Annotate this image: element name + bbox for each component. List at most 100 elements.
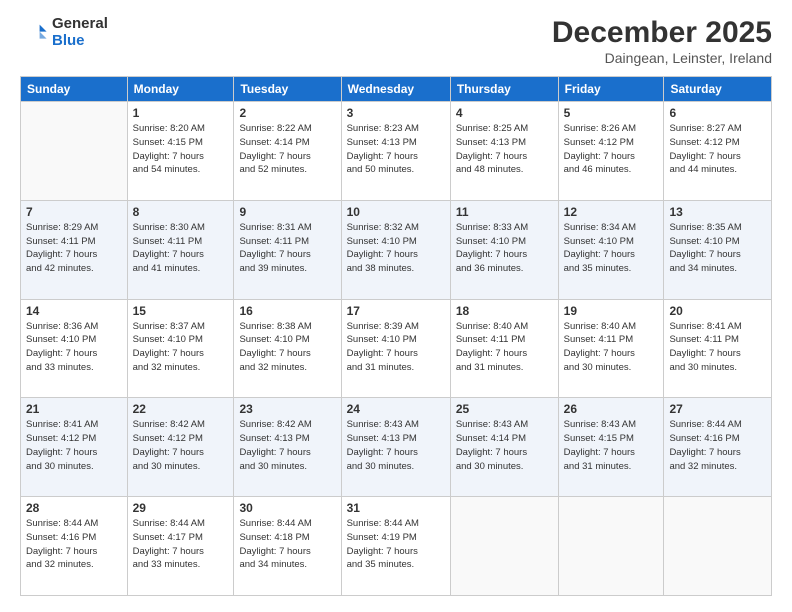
col-header-friday: Friday	[558, 77, 664, 102]
day-number: 2	[239, 106, 335, 120]
day-info: Sunrise: 8:44 AM Sunset: 4:19 PM Dayligh…	[347, 517, 445, 572]
calendar-cell: 4Sunrise: 8:25 AM Sunset: 4:13 PM Daylig…	[450, 102, 558, 201]
month-title: December 2025	[552, 16, 772, 50]
calendar-cell	[450, 497, 558, 596]
calendar-cell: 16 Sunrise: 8:38 AM Sunset: 4:10 PM Dayli…	[234, 299, 341, 398]
day-info: Sunrise: 8:29 AM Sunset: 4:11 PM Dayligh…	[26, 221, 122, 276]
logo-icon	[20, 19, 48, 47]
day-number: 1	[133, 106, 229, 120]
calendar-cell: 12 Sunrise: 8:34 AM Sunset: 4:10 PM Dayli…	[558, 200, 664, 299]
day-number: 22	[133, 402, 229, 416]
calendar-cell	[558, 497, 664, 596]
col-header-thursday: Thursday	[450, 77, 558, 102]
day-info: Sunrise: 8:20 AM Sunset: 4:15 PM Dayligh…	[133, 122, 229, 177]
day-number: 17	[347, 304, 445, 318]
day-info: Sunrise: 8:36 AM Sunset: 4:10 PM Dayligh…	[26, 320, 122, 375]
day-info: Sunrise: 8:23 AM Sunset: 4:13 PM Dayligh…	[347, 122, 445, 177]
calendar-cell: 2 Sunrise: 8:22 AM Sunset: 4:14 PM Daylig…	[234, 102, 341, 201]
calendar-week-row: 14 Sunrise: 8:36 AM Sunset: 4:10 PM Dayli…	[21, 299, 772, 398]
calendar-cell: 9 Sunrise: 8:31 AM Sunset: 4:11 PM Daylig…	[234, 200, 341, 299]
calendar-cell: 15 Sunrise: 8:37 AM Sunset: 4:10 PM Dayli…	[127, 299, 234, 398]
location-subtitle: Daingean, Leinster, Ireland	[552, 50, 772, 66]
day-number: 21	[26, 402, 122, 416]
title-section: December 2025 Daingean, Leinster, Irelan…	[552, 16, 772, 66]
day-number: 3	[347, 106, 445, 120]
page: General Blue December 2025 Daingean, Lei…	[0, 0, 792, 612]
logo-general: General	[52, 16, 108, 33]
day-number: 25	[456, 402, 553, 416]
calendar-cell: 11Sunrise: 8:33 AM Sunset: 4:10 PM Dayli…	[450, 200, 558, 299]
day-info: Sunrise: 8:41 AM Sunset: 4:12 PM Dayligh…	[26, 418, 122, 473]
day-info: Sunrise: 8:35 AM Sunset: 4:10 PM Dayligh…	[669, 221, 766, 276]
day-info: Sunrise: 8:43 AM Sunset: 4:14 PM Dayligh…	[456, 418, 553, 473]
day-info: Sunrise: 8:31 AM Sunset: 4:11 PM Dayligh…	[239, 221, 335, 276]
day-info: Sunrise: 8:32 AM Sunset: 4:10 PM Dayligh…	[347, 221, 445, 276]
day-number: 24	[347, 402, 445, 416]
day-info: Sunrise: 8:39 AM Sunset: 4:10 PM Dayligh…	[347, 320, 445, 375]
calendar-cell: 22 Sunrise: 8:42 AM Sunset: 4:12 PM Dayli…	[127, 398, 234, 497]
day-info: Sunrise: 8:34 AM Sunset: 4:10 PM Dayligh…	[564, 221, 659, 276]
day-info: Sunrise: 8:27 AM Sunset: 4:12 PM Dayligh…	[669, 122, 766, 177]
calendar-cell: 10 Sunrise: 8:32 AM Sunset: 4:10 PM Dayli…	[341, 200, 450, 299]
calendar-cell: 14 Sunrise: 8:36 AM Sunset: 4:10 PM Dayli…	[21, 299, 128, 398]
calendar-cell: 26 Sunrise: 8:43 AM Sunset: 4:15 PM Dayli…	[558, 398, 664, 497]
calendar-cell: 25 Sunrise: 8:43 AM Sunset: 4:14 PM Dayli…	[450, 398, 558, 497]
calendar-week-row: 1 Sunrise: 8:20 AM Sunset: 4:15 PM Daylig…	[21, 102, 772, 201]
col-header-wednesday: Wednesday	[341, 77, 450, 102]
day-info: Sunrise: 8:40 AM Sunset: 4:11 PM Dayligh…	[564, 320, 659, 375]
day-number: 15	[133, 304, 229, 318]
calendar-cell: 30 Sunrise: 8:44 AM Sunset: 4:18 PM Dayli…	[234, 497, 341, 596]
calendar-week-row: 7Sunrise: 8:29 AM Sunset: 4:11 PM Daylig…	[21, 200, 772, 299]
day-info: Sunrise: 8:26 AM Sunset: 4:12 PM Dayligh…	[564, 122, 659, 177]
day-number: 29	[133, 501, 229, 515]
calendar-cell: 31 Sunrise: 8:44 AM Sunset: 4:19 PM Dayli…	[341, 497, 450, 596]
day-info: Sunrise: 8:44 AM Sunset: 4:17 PM Dayligh…	[133, 517, 229, 572]
day-info: Sunrise: 8:42 AM Sunset: 4:13 PM Dayligh…	[239, 418, 335, 473]
day-number: 30	[239, 501, 335, 515]
day-number: 26	[564, 402, 659, 416]
day-info: Sunrise: 8:42 AM Sunset: 4:12 PM Dayligh…	[133, 418, 229, 473]
day-number: 13	[669, 205, 766, 219]
calendar-cell: 28Sunrise: 8:44 AM Sunset: 4:16 PM Dayli…	[21, 497, 128, 596]
day-number: 28	[26, 501, 122, 515]
calendar-cell	[21, 102, 128, 201]
day-info: Sunrise: 8:22 AM Sunset: 4:14 PM Dayligh…	[239, 122, 335, 177]
day-number: 9	[239, 205, 335, 219]
day-number: 10	[347, 205, 445, 219]
day-info: Sunrise: 8:25 AM Sunset: 4:13 PM Dayligh…	[456, 122, 553, 177]
day-number: 14	[26, 304, 122, 318]
day-info: Sunrise: 8:40 AM Sunset: 4:11 PM Dayligh…	[456, 320, 553, 375]
calendar-cell: 18 Sunrise: 8:40 AM Sunset: 4:11 PM Dayli…	[450, 299, 558, 398]
logo-blue: Blue	[52, 33, 108, 50]
calendar-cell: 20Sunrise: 8:41 AM Sunset: 4:11 PM Dayli…	[664, 299, 772, 398]
calendar-cell: 13 Sunrise: 8:35 AM Sunset: 4:10 PM Dayli…	[664, 200, 772, 299]
col-header-saturday: Saturday	[664, 77, 772, 102]
day-info: Sunrise: 8:44 AM Sunset: 4:16 PM Dayligh…	[669, 418, 766, 473]
day-number: 20	[669, 304, 766, 318]
calendar-cell: 7Sunrise: 8:29 AM Sunset: 4:11 PM Daylig…	[21, 200, 128, 299]
day-number: 12	[564, 205, 659, 219]
day-info: Sunrise: 8:37 AM Sunset: 4:10 PM Dayligh…	[133, 320, 229, 375]
day-info: Sunrise: 8:43 AM Sunset: 4:15 PM Dayligh…	[564, 418, 659, 473]
col-header-sunday: Sunday	[21, 77, 128, 102]
day-number: 18	[456, 304, 553, 318]
calendar-cell: 19 Sunrise: 8:40 AM Sunset: 4:11 PM Dayli…	[558, 299, 664, 398]
calendar-cell: 3 Sunrise: 8:23 AM Sunset: 4:13 PM Daylig…	[341, 102, 450, 201]
calendar-cell: 24Sunrise: 8:43 AM Sunset: 4:13 PM Dayli…	[341, 398, 450, 497]
header: General Blue December 2025 Daingean, Lei…	[20, 16, 772, 66]
calendar-cell: 5 Sunrise: 8:26 AM Sunset: 4:12 PM Daylig…	[558, 102, 664, 201]
calendar-cell	[664, 497, 772, 596]
calendar-header-row: SundayMondayTuesdayWednesdayThursdayFrid…	[21, 77, 772, 102]
calendar-cell: 21 Sunrise: 8:41 AM Sunset: 4:12 PM Dayli…	[21, 398, 128, 497]
day-number: 5	[564, 106, 659, 120]
day-info: Sunrise: 8:44 AM Sunset: 4:18 PM Dayligh…	[239, 517, 335, 572]
calendar-week-row: 21 Sunrise: 8:41 AM Sunset: 4:12 PM Dayli…	[21, 398, 772, 497]
calendar: SundayMondayTuesdayWednesdayThursdayFrid…	[20, 76, 772, 596]
day-number: 31	[347, 501, 445, 515]
day-number: 16	[239, 304, 335, 318]
day-info: Sunrise: 8:38 AM Sunset: 4:10 PM Dayligh…	[239, 320, 335, 375]
day-number: 19	[564, 304, 659, 318]
day-number: 8	[133, 205, 229, 219]
day-number: 23	[239, 402, 335, 416]
col-header-tuesday: Tuesday	[234, 77, 341, 102]
